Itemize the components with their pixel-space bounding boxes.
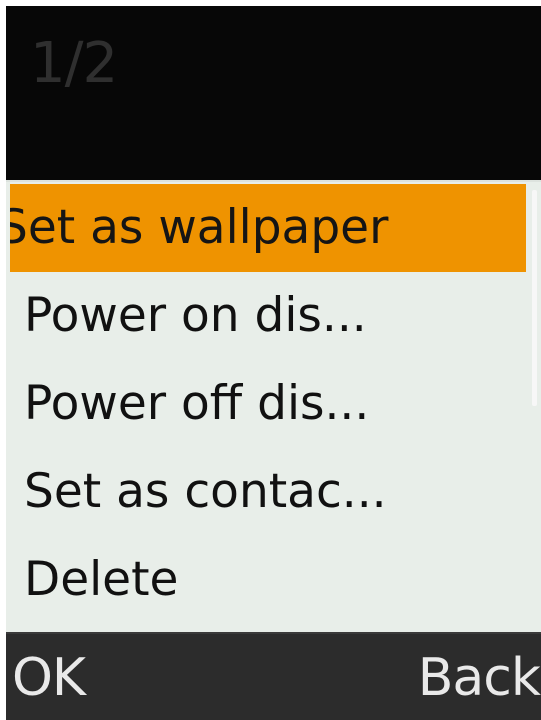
page-indicator: 1/2 (30, 31, 118, 96)
ok-softkey[interactable]: OK (12, 642, 86, 714)
phone-screen: 1/2 Set as wallpaper Power on dis... Pow… (6, 6, 541, 720)
menu-item-delete[interactable]: Delete (10, 536, 526, 624)
options-menu: Set as wallpaper Power on dis... Power o… (6, 180, 541, 634)
menu-item-power-on-display[interactable]: Power on dis... (10, 272, 526, 360)
menu-item-set-as-contact[interactable]: Set as contac... (10, 448, 526, 536)
menu-item-set-as-wallpaper[interactable]: Set as wallpaper (10, 184, 526, 272)
menu-list: Set as wallpaper Power on dis... Power o… (10, 184, 526, 624)
back-softkey[interactable]: Back (418, 642, 541, 714)
softkey-bar: OK Back (6, 632, 541, 720)
menu-item-power-off-display[interactable]: Power off dis... (10, 360, 526, 448)
header-bar: 1/2 (6, 6, 541, 176)
menu-scrollbar[interactable] (532, 190, 537, 406)
